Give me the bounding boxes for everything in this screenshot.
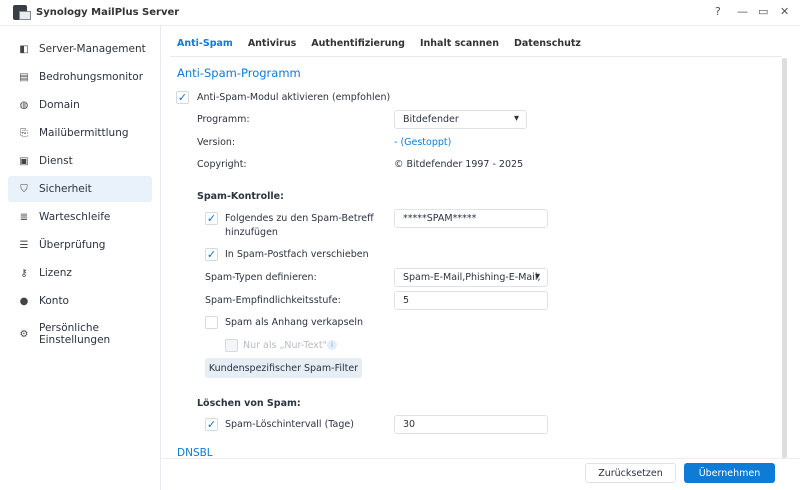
section-anti-spam-program: Anti-Spam-Programm <box>177 66 301 80</box>
scrollbar[interactable] <box>782 58 787 458</box>
apply-button[interactable]: Übernehmen <box>684 463 775 483</box>
help-button[interactable]: ? <box>715 5 721 18</box>
server-icon: ◧ <box>19 43 29 55</box>
sidebar-item-8[interactable]: ⚷ Lizenz <box>8 260 152 286</box>
minimize-button[interactable]: — <box>737 5 748 18</box>
maximize-button[interactable]: ▭ <box>758 5 768 18</box>
shield-icon: ⛉ <box>20 183 28 195</box>
sidebar-item-label: Warteschleife <box>39 211 111 223</box>
sensitivity-input[interactable]: 5 <box>394 291 548 310</box>
spam-types-select[interactable]: Spam-E-Mail,Phishing-E-Mail, <box>394 268 548 287</box>
program-value: Bitdefender <box>403 114 459 125</box>
encapsulate-checkbox[interactable] <box>205 316 218 329</box>
encapsulate-label: Spam als Anhang verkapseln <box>225 317 364 328</box>
enable-anti-spam-label: Anti-Spam-Modul aktivieren (empfohlen) <box>197 92 391 103</box>
version-status-link[interactable]: - (Gestoppt) <box>394 137 451 148</box>
program-label: Programm: <box>197 114 250 125</box>
sidebar-item-1[interactable]: ▤ Bedrohungsmonitor <box>8 64 152 90</box>
sidebar-item-0[interactable]: ◧ Server-Management <box>8 36 152 62</box>
tab-0[interactable]: Anti-Spam <box>177 38 233 49</box>
info-icon[interactable]: i <box>327 340 337 350</box>
tab-bar: Anti-Spam Antivirus Authentifizierung Inhal… <box>177 38 581 49</box>
sidebar-item-4[interactable]: ▣ Dienst <box>8 148 152 174</box>
sidebar-item-label: Server-Management <box>39 43 146 55</box>
enable-anti-spam-checkbox[interactable]: ✓ <box>176 91 189 104</box>
sidebar-item-6[interactable]: ≣ Warteschleife <box>8 204 152 230</box>
move-to-spam-checkbox[interactable]: ✓ <box>205 248 218 261</box>
copyright-value: © Bitdefender 1997 - 2025 <box>394 159 524 170</box>
close-button[interactable]: ✕ <box>780 5 789 18</box>
plaintext-label: Nur als „Nur-Text" <box>243 340 327 351</box>
copyright-label: Copyright: <box>197 159 247 170</box>
sidebar-item-10[interactable]: ⚙ Persönliche Einstellungen <box>8 316 152 352</box>
sidebar-item-label: Dienst <box>39 155 73 167</box>
sidebar-item-label: Persönliche Einstellungen <box>39 322 111 346</box>
sidebar-item-9[interactable]: ● Konto <box>8 288 152 314</box>
sidebar-item-label: Konto <box>39 295 69 307</box>
sidebar-item-label: Mailübermittlung <box>39 127 129 139</box>
globe-icon: ◍ <box>19 99 29 111</box>
app-logo-icon <box>13 5 31 20</box>
custom-spam-filter-button[interactable]: Kundenspezifischer Spam-Filter <box>205 358 362 378</box>
spam-types-value: Spam-E-Mail,Phishing-E-Mail, <box>403 272 541 283</box>
plaintext-checkbox[interactable] <box>225 339 238 352</box>
program-select[interactable]: Bitdefender <box>394 110 527 129</box>
spam-types-label: Spam-Typen definieren: <box>205 272 317 283</box>
sidebar-item-label: Sicherheit <box>39 183 92 195</box>
reset-button[interactable]: Zurücksetzen <box>585 463 676 483</box>
move-to-spam-label: In Spam-Postfach verschieben <box>225 249 369 260</box>
queue-icon: ≣ <box>19 211 29 223</box>
divider <box>170 56 782 57</box>
list-icon: ☰ <box>19 239 29 251</box>
delete-interval-checkbox[interactable]: ✓ <box>205 418 218 431</box>
tab-2[interactable]: Authentifizierung <box>311 38 405 49</box>
delete-spam-title: Löschen von Spam: <box>197 398 301 409</box>
subject-tag-label: Folgendes zu den Spam-Betreff hinzufügen <box>225 213 374 238</box>
delete-interval-label: Spam-Löschintervall (Tage) <box>225 419 354 430</box>
sidebar-item-label: Domain <box>39 99 80 111</box>
monitor-icon: ▤ <box>19 71 29 83</box>
subject-tag-checkbox[interactable]: ✓ <box>205 212 218 225</box>
sidebar: ◧ Server-Management ▤ Bedrohungsmonitor ◍ Dom… <box>0 26 161 490</box>
sidebar-item-label: Bedrohungsmonitor <box>39 71 144 83</box>
user-icon: ● <box>19 295 29 307</box>
service-icon: ▣ <box>19 155 29 167</box>
version-label: Version: <box>197 137 236 148</box>
tab-3[interactable]: Inhalt scannen <box>420 38 499 49</box>
delete-interval-input[interactable]: 30 <box>394 415 548 434</box>
spam-control-title: Spam-Kontrolle: <box>197 191 284 202</box>
gear-icon: ⚙ <box>19 328 29 340</box>
key-icon: ⚷ <box>20 267 28 279</box>
sidebar-item-7[interactable]: ☰ Überprüfung <box>8 232 152 258</box>
sensitivity-label: Spam-Empfindlichkeitsstufe: <box>205 295 341 306</box>
sidebar-item-5[interactable]: ⛉ Sicherheit <box>8 176 152 202</box>
tab-4[interactable]: Datenschutz <box>514 38 581 49</box>
sidebar-item-3[interactable]: ⎘ Mailübermittlung <box>8 120 152 146</box>
app-title: Synology MailPlus Server <box>36 7 180 18</box>
subject-tag-input[interactable]: *****SPAM***** <box>394 209 548 228</box>
tab-1[interactable]: Antivirus <box>248 38 296 49</box>
mail-transfer-icon: ⎘ <box>20 127 28 139</box>
sidebar-item-label: Überprüfung <box>39 239 106 251</box>
sidebar-item-2[interactable]: ◍ Domain <box>8 92 152 118</box>
sidebar-item-label: Lizenz <box>39 267 72 279</box>
